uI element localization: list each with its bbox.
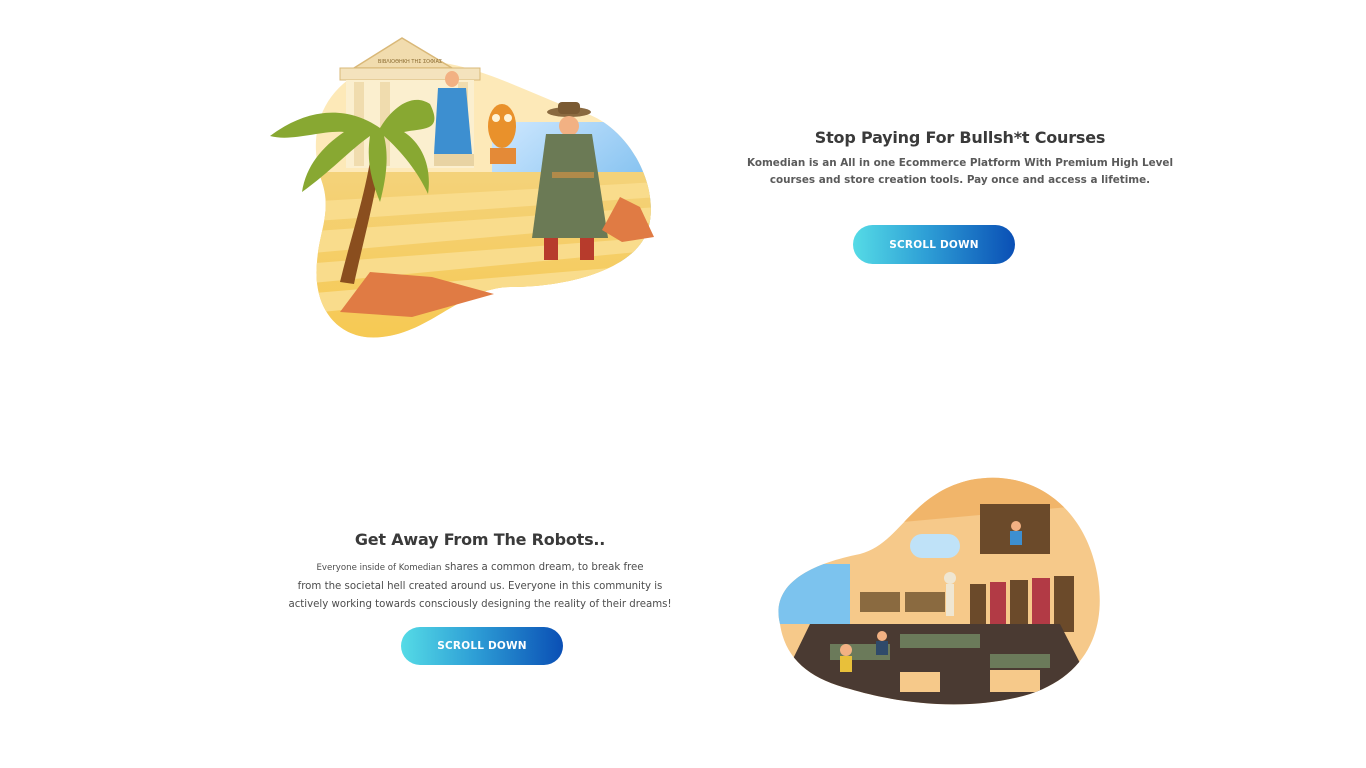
page: ΒΙΒΛΙΟΘΗΚΗ ΤΗΣ ΣΟΦΙΑΣ Stop Paying For Bu… [0,0,1366,768]
robots-text-block: Get Away From The Robots.. Everyone insi… [270,530,690,615]
hero-description-line-1: Komedian is an All in one Ecommerce Plat… [746,157,1174,169]
robots-heading: Get Away From The Robots.. [354,530,606,549]
robots-description-line-1: shares a common dream, to break free [441,562,644,573]
robots-description-line-3: actively working towards consciously des… [288,599,672,610]
hero-heading: Stop Paying For Bullsh*t Courses [814,128,1106,147]
temple-sign: ΒΙΒΛΙΟΘΗΚΗ ΤΗΣ ΣΟΦΙΑΣ [378,59,442,65]
hero-text-block: Stop Paying For Bullsh*t Courses Komedia… [740,128,1180,188]
hero-description: Komedian is an All in one Ecommerce Plat… [740,155,1180,188]
library-illustration [778,477,1100,705]
robots-description-line-2: from the societal hell created around us… [297,580,663,592]
robots-description: Everyone inside of Komedian shares a com… [270,559,690,615]
scroll-down-button-1[interactable]: SCROLL DOWN [853,225,1015,264]
hero-description-line-2: courses and store creation tools. Pay on… [769,173,1151,186]
greek-temple-illustration: ΒΙΒΛΙΟΘΗΚΗ ΤΗΣ ΣΟΦΙΑΣ [270,37,654,338]
robots-description-brand: Komedian [398,563,442,573]
robots-description-lead: Everyone inside of [316,563,399,573]
scroll-down-button-2[interactable]: SCROLL DOWN [401,627,563,665]
